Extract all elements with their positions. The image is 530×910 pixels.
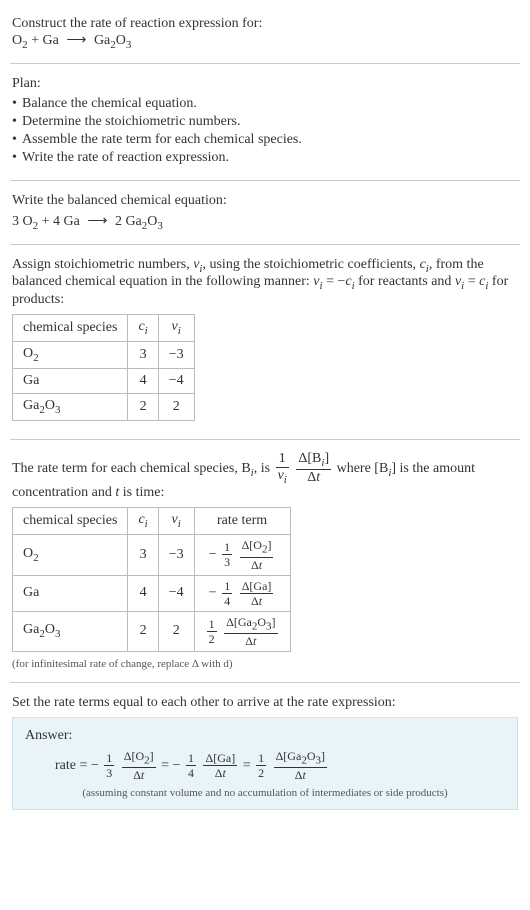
cell-species: Ga: [13, 575, 128, 611]
rate-term-paragraph: The rate term for each chemical species,…: [12, 452, 518, 502]
intro-section: Construct the rate of reaction expressio…: [10, 8, 520, 59]
divider: [10, 244, 520, 245]
rate-expression: rate = − 13 Δ[O2]Δt = − 14 Δ[Ga]Δt = 12 …: [55, 750, 505, 781]
bullet-icon: •: [12, 96, 22, 112]
plan-item-label: Assemble the rate term for each chemical…: [22, 132, 302, 147]
cell-ci: 4: [128, 575, 158, 611]
table-header-row: chemical species ci νi rate term: [13, 508, 291, 535]
species-o2: O2: [23, 214, 39, 229]
answer-label: Answer:: [25, 728, 505, 744]
plan-list: •Balance the chemical equation. •Determi…: [12, 96, 518, 166]
divider: [10, 439, 520, 440]
plan-item: •Determine the stoichiometric numbers.: [12, 114, 518, 130]
plan-item-label: Determine the stoichiometric numbers.: [22, 114, 241, 129]
species-ga2o3: Ga2O3: [125, 214, 162, 229]
assign-section: Assign stoichiometric numbers, νi, using…: [10, 249, 520, 435]
divider: [10, 63, 520, 64]
cell-species: Ga2O3: [13, 611, 128, 651]
divider: [10, 682, 520, 683]
final-section: Set the rate terms equal to each other t…: [10, 687, 520, 818]
arrow-icon: ⟶: [66, 32, 86, 49]
cell-nui: −3: [158, 341, 194, 368]
plan-item: •Write the rate of reaction expression.: [12, 150, 518, 166]
species-o2: O2: [12, 33, 28, 48]
coeff: 2: [115, 214, 126, 229]
plan-section: Plan: •Balance the chemical equation. •D…: [10, 68, 520, 176]
cell-nui: 2: [158, 393, 194, 420]
table-row: Ga2O3 2 2: [13, 393, 195, 420]
cell-species: O2: [13, 535, 128, 575]
bullet-icon: •: [12, 114, 22, 130]
plan-heading: Plan:: [12, 76, 518, 92]
rate-term-table: chemical species ci νi rate term O2 3 −3…: [12, 507, 291, 652]
cell-nui: −3: [158, 535, 194, 575]
table-header-row: chemical species ci νi: [13, 315, 195, 342]
cell-rate-term: − 13 Δ[O2]Δt: [194, 535, 290, 575]
species-ga: Ga: [43, 33, 59, 48]
col-species: chemical species: [13, 315, 128, 342]
bullet-icon: •: [12, 132, 22, 148]
col-rate-term: rate term: [194, 508, 290, 535]
plan-item: •Balance the chemical equation.: [12, 96, 518, 112]
table-row: O2 3 −3: [13, 341, 195, 368]
col-ci: ci: [128, 315, 158, 342]
table-row: O2 3 −3 − 13 Δ[O2]Δt: [13, 535, 291, 575]
cell-nui: −4: [158, 368, 194, 393]
table-row: Ga 4 −4: [13, 368, 195, 393]
col-species: chemical species: [13, 508, 128, 535]
plus-sign: +: [38, 214, 53, 229]
assign-paragraph: Assign stoichiometric numbers, νi, using…: [12, 257, 518, 309]
coeff: 4: [53, 214, 64, 229]
cell-nui: 2: [158, 611, 194, 651]
plan-item: •Assemble the rate term for each chemica…: [12, 132, 518, 148]
answer-box: Answer: rate = − 13 Δ[O2]Δt = − 14 Δ[Ga]…: [12, 717, 518, 810]
cell-ci: 4: [128, 368, 158, 393]
balanced-heading: Write the balanced chemical equation:: [12, 193, 518, 209]
species-ga2o3: Ga2O3: [94, 33, 131, 48]
infinitesimal-note: (for infinitesimal rate of change, repla…: [12, 658, 518, 670]
arrow-icon: ⟶: [87, 213, 107, 230]
table-row: Ga 4 −4 − 14 Δ[Ga]Δt: [13, 575, 291, 611]
cell-rate-term: 12 Δ[Ga2O3]Δt: [194, 611, 290, 651]
assumption-note: (assuming constant volume and no accumul…: [25, 787, 505, 799]
bullet-icon: •: [12, 150, 22, 166]
cell-species: Ga2O3: [13, 393, 128, 420]
rate-label: rate =: [55, 758, 91, 773]
species-ga: Ga: [64, 214, 80, 229]
cell-nui: −4: [158, 575, 194, 611]
cell-ci: 3: [128, 341, 158, 368]
plus-sign: +: [28, 33, 43, 48]
col-ci: ci: [128, 508, 158, 535]
final-heading: Set the rate terms equal to each other t…: [12, 695, 518, 711]
cell-ci: 2: [128, 611, 158, 651]
coeff: 3: [12, 214, 23, 229]
col-nui: νi: [158, 508, 194, 535]
balanced-section: Write the balanced chemical equation: 3 …: [10, 185, 520, 240]
unbalanced-equation: O2 + Ga ⟶ Ga2O3: [12, 32, 518, 51]
stoichiometry-table: chemical species ci νi O2 3 −3 Ga 4 −4 G…: [12, 314, 195, 420]
fraction: Δ[Bi]Δt: [296, 452, 331, 486]
cell-rate-term: − 14 Δ[Ga]Δt: [194, 575, 290, 611]
divider: [10, 180, 520, 181]
fraction: 1νi: [276, 452, 289, 486]
rate-term-section: The rate term for each chemical species,…: [10, 444, 520, 678]
cell-ci: 2: [128, 393, 158, 420]
plan-item-label: Write the rate of reaction expression.: [22, 150, 229, 165]
plan-item-label: Balance the chemical equation.: [22, 96, 197, 111]
construct-line: Construct the rate of reaction expressio…: [12, 16, 518, 32]
table-row: Ga2O3 2 2 12 Δ[Ga2O3]Δt: [13, 611, 291, 651]
cell-species: Ga: [13, 368, 128, 393]
cell-ci: 3: [128, 535, 158, 575]
balanced-equation: 3 O2 + 4 Ga ⟶ 2 Ga2O3: [12, 213, 518, 232]
col-nui: νi: [158, 315, 194, 342]
cell-species: O2: [13, 341, 128, 368]
